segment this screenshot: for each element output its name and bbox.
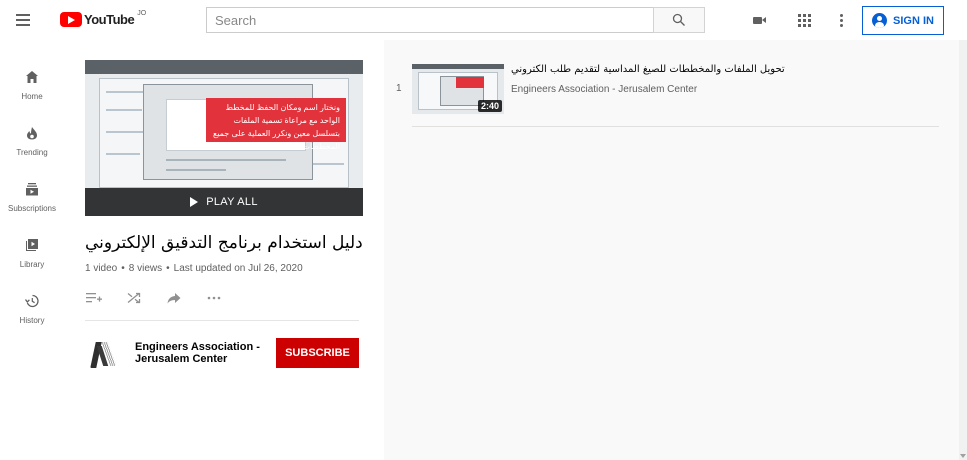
account-icon: [872, 13, 888, 28]
video-thumbnail[interactable]: 2:40: [412, 64, 504, 114]
share-icon[interactable]: [165, 290, 183, 306]
video-count: 1 video: [85, 263, 118, 274]
stats-separator: •: [121, 263, 125, 274]
list-item[interactable]: 1 2:40 تحويل الملفات والمخططات للصيغ الم…: [384, 60, 944, 116]
sidebar-item-library[interactable]: Library: [0, 220, 64, 276]
thumb-toolbar: [412, 64, 504, 69]
sidebar-item-label: Library: [19, 260, 45, 269]
apps-grid-icon[interactable]: [795, 11, 813, 29]
sidebar-item-trending[interactable]: Trending: [0, 108, 64, 164]
play-all-button[interactable]: PLAY ALL: [85, 188, 363, 216]
masthead: YouTube JO Search SIGN IN: [0, 0, 967, 40]
video-camera-icon[interactable]: [750, 11, 768, 29]
divider: [412, 126, 939, 127]
thumb-toolbar: [85, 60, 363, 74]
youtube-play-icon: [60, 12, 82, 27]
playlist-thumbnail[interactable]: ونختار اسم ومكان الحفظ للمخطط الواحد مع …: [85, 60, 363, 216]
home-icon: [23, 68, 41, 86]
playlist-actions: [85, 290, 223, 306]
video-channel[interactable]: Engineers Association - Jerusalem Center: [511, 84, 697, 95]
video-title[interactable]: تحويل الملفات والمخططات للصيغ المداسية ل…: [511, 64, 911, 75]
sidebar-item-subscriptions[interactable]: Subscriptions: [0, 164, 64, 220]
channel-name[interactable]: Engineers Association - Jerusalem Center: [135, 341, 265, 365]
subscriptions-icon: [23, 180, 41, 198]
stats-separator: •: [166, 263, 170, 274]
playlist-owner: Engineers Association - Jerusalem Center…: [85, 338, 363, 372]
search-icon: [672, 13, 685, 26]
add-to-queue-icon[interactable]: [85, 290, 103, 306]
guide-sidebar: Home Trending Subscriptions Library Hist…: [0, 40, 64, 460]
country-code: JO: [137, 10, 147, 17]
sidebar-item-history[interactable]: History: [0, 276, 64, 332]
thumb-banner: ونختار اسم ومكان الحفظ للمخطط الواحد مع …: [206, 98, 346, 151]
subscribe-button[interactable]: SUBSCRIBE: [276, 338, 359, 368]
thumb-line: [166, 169, 226, 171]
search-button[interactable]: [653, 7, 705, 33]
thumb-line: [106, 91, 146, 93]
thumb-line: [106, 109, 142, 111]
thumb-line: [106, 153, 140, 155]
more-horiz-icon[interactable]: [205, 290, 223, 306]
shuffle-icon[interactable]: [125, 290, 143, 306]
sidebar-item-label: Trending: [16, 148, 48, 157]
playlist-stats: 1 video • 8 views • Last updated on Jul …: [85, 263, 303, 274]
scrollbar[interactable]: [959, 40, 967, 460]
play-all-label: PLAY ALL: [206, 196, 258, 208]
thumb-line: [312, 163, 344, 165]
search-bar: Search: [206, 7, 705, 33]
thumb-line: [166, 159, 286, 161]
thumb-banner: [456, 77, 484, 88]
sign-in-label: SIGN IN: [893, 14, 934, 27]
video-index: 1: [396, 83, 402, 94]
logo-text: YouTube: [84, 12, 135, 27]
more-vert-icon[interactable]: [832, 11, 850, 29]
sidebar-item-home[interactable]: Home: [0, 52, 64, 108]
library-icon: [23, 236, 41, 254]
playlist-video-list: 1 2:40 تحويل الملفات والمخططات للصيغ الم…: [384, 40, 959, 460]
search-input[interactable]: Search: [206, 7, 653, 33]
sidebar-item-label: Home: [21, 92, 43, 101]
playlist-title[interactable]: دليل استخدام برنامج التدقيق الإلكتروني: [85, 233, 363, 253]
sidebar-item-label: Subscriptions: [7, 204, 57, 213]
menu-icon[interactable]: [12, 9, 34, 31]
channel-avatar[interactable]: [85, 338, 119, 372]
sidebar-item-label: History: [19, 316, 45, 325]
divider: [85, 320, 359, 321]
fire-icon: [23, 124, 41, 142]
play-icon: [190, 197, 199, 207]
video-duration: 2:40: [477, 100, 502, 112]
scroll-down-arrow-icon[interactable]: [960, 454, 966, 458]
view-count: 8 views: [128, 263, 163, 274]
history-icon: [23, 292, 41, 310]
youtube-logo[interactable]: YouTube JO: [60, 10, 147, 27]
playlist-sidebar: ونختار اسم ومكان الحفظ للمخطط الواحد مع …: [64, 40, 384, 460]
sign-in-button[interactable]: SIGN IN: [862, 6, 944, 35]
thumb-line: [106, 131, 146, 133]
last-updated: Last updated on Jul 26, 2020: [173, 263, 303, 274]
